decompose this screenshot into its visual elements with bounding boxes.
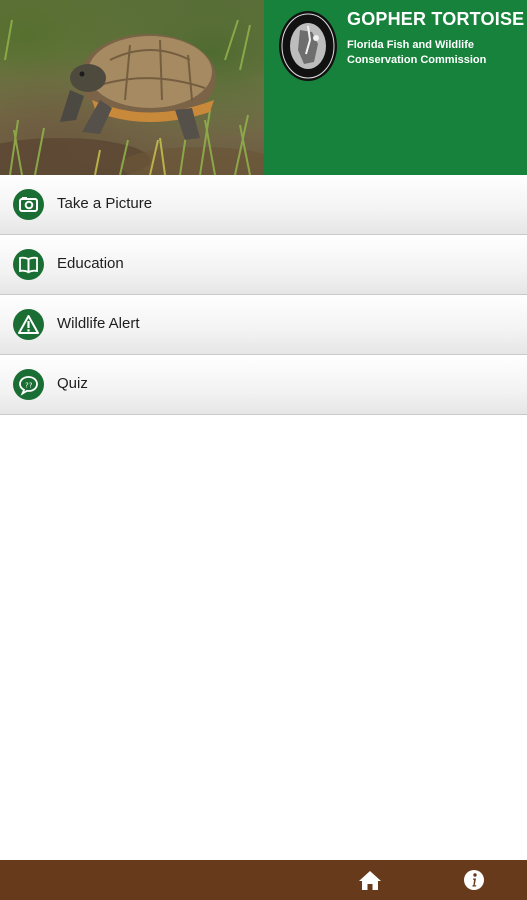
main-menu: Take a Picture Education Wildlife Alert [0,175,527,415]
app-header: GOPHER TORTOISE Florida Fish and Wildlif… [0,0,527,175]
menu-item-label: Quiz [57,375,88,392]
info-icon[interactable] [463,869,485,891]
app-title: GOPHER TORTOISE [347,9,525,29]
alert-icon [13,309,44,340]
brand-panel: GOPHER TORTOISE Florida Fish and Wildlif… [264,0,527,175]
menu-item-education[interactable]: Education [0,235,527,295]
svg-text:??: ?? [25,382,33,390]
fwc-seal-logo [278,10,338,82]
book-icon [13,249,44,280]
menu-item-take-a-picture[interactable]: Take a Picture [0,175,527,235]
menu-item-label: Take a Picture [57,195,153,212]
agency-name: Florida Fish and Wildlife Conservation C… [347,39,487,66]
menu-item-label: Wildlife Alert [57,315,140,332]
bottom-toolbar [0,860,527,900]
camera-icon [13,189,44,220]
menu-item-label: Education [57,255,124,272]
menu-item-quiz[interactable]: ?? Quiz [0,355,527,415]
home-icon[interactable] [358,869,382,891]
quiz-bubble-icon: ?? [13,369,44,400]
gopher-tortoise-photo [0,0,264,175]
menu-item-wildlife-alert[interactable]: Wildlife Alert [0,295,527,355]
